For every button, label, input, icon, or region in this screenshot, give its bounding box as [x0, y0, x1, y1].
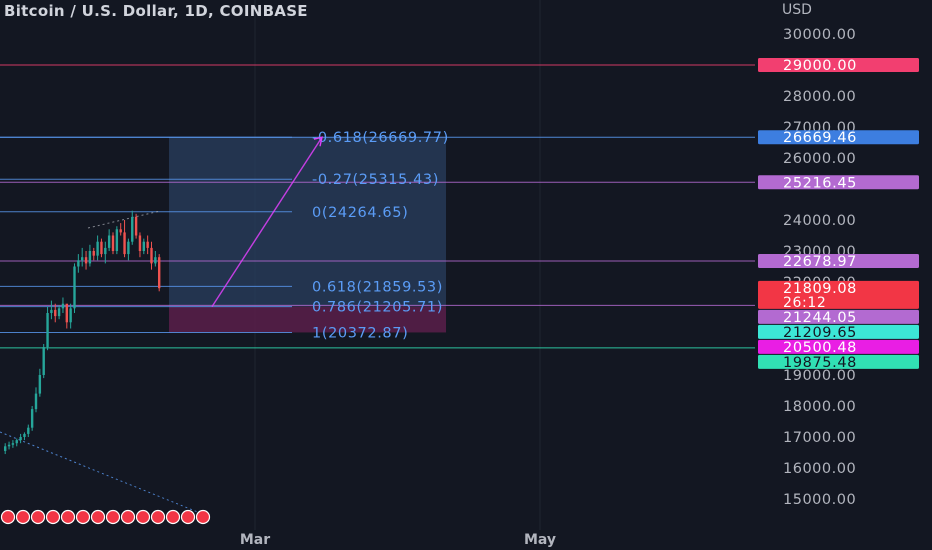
y-axis-tick-label: 18000.00 [783, 399, 856, 415]
candle-body [54, 309, 57, 317]
candle-body [77, 260, 80, 267]
candle-body [111, 235, 115, 251]
candle-body [42, 347, 45, 375]
candle-body [134, 216, 138, 236]
candle-body [61, 303, 65, 309]
fib-level-label: 1(20372.87) [312, 325, 408, 341]
x-axis-tick-label: May [524, 532, 556, 548]
candle-body [81, 257, 84, 261]
candle-body [27, 427, 30, 434]
candle-body [38, 375, 42, 394]
event-marker-icon [45, 509, 61, 525]
candle-body [4, 446, 7, 451]
candle-body [96, 241, 99, 256]
price-tag-label: 21209.65 [783, 325, 857, 341]
trend-line-lower [0, 431, 206, 516]
candle-body [107, 235, 111, 248]
event-marker-icon [120, 509, 136, 525]
candle-body [30, 409, 34, 428]
price-tag-label: 26669.46 [783, 130, 857, 146]
candle-body [138, 235, 142, 251]
candle-body [50, 309, 53, 313]
candle-body [119, 229, 122, 233]
candle-body [7, 444, 11, 447]
candle-body [127, 241, 130, 255]
candle-body [150, 247, 153, 264]
candle-body [69, 308, 72, 323]
fib-level-label: -0.27(25315.43) [312, 172, 439, 188]
fib-level-label: -0.618(26669.77) [312, 130, 449, 146]
candle-body [100, 241, 103, 255]
event-marker-icon [75, 509, 91, 525]
candle-body [154, 257, 157, 264]
trend-line-upper [87, 210, 161, 229]
candle-body [142, 241, 145, 251]
candle-body [15, 440, 18, 444]
y-axis-tick-label: 16000.00 [783, 461, 856, 477]
countdown-label: 26:12 [783, 295, 826, 311]
event-marker-icon [180, 509, 196, 525]
y-axis-tick-label: 15000.00 [783, 492, 856, 508]
candle-body [123, 232, 126, 255]
chart-title: Bitcoin / U.S. Dollar, 1D, COINBASE [4, 2, 308, 20]
candle-body [57, 308, 61, 317]
candle-body [11, 443, 15, 445]
y-axis-tick-label: 28000.00 [783, 89, 856, 105]
fib-level-label: 0.786(21205.71) [312, 300, 443, 316]
price-tag-label: 20500.48 [783, 340, 857, 356]
candle-body [146, 241, 149, 248]
price-tag-label: 21244.05 [783, 310, 857, 326]
y-axis-tick-label: 17000.00 [783, 430, 856, 446]
event-marker-icon [195, 509, 211, 525]
event-marker-icon [15, 509, 31, 525]
candle-body [19, 437, 22, 441]
candle-body [104, 247, 107, 255]
event-marker-icon [165, 509, 181, 525]
event-marker-icon [60, 509, 76, 525]
candle-body [65, 303, 68, 323]
candle-body [34, 393, 38, 410]
candle-body [23, 433, 26, 437]
fib-level-label: 0(24264.65) [312, 205, 408, 221]
event-marker-icon [30, 509, 46, 525]
price-tag-label: 29000.00 [783, 58, 857, 74]
y-axis-tick-label: 26000.00 [783, 151, 856, 167]
price-tag-label: 22678.97 [783, 254, 857, 270]
currency-label: USD [782, 2, 812, 18]
y-axis-tick-label: 30000.00 [783, 27, 856, 43]
event-marker-icon [105, 509, 121, 525]
candle-body [73, 266, 76, 309]
x-axis-tick-label: Mar [240, 532, 270, 548]
event-marker-icon [135, 509, 151, 525]
event-marker-icon [150, 509, 166, 525]
candle-body [115, 229, 119, 251]
candle-body [88, 251, 92, 264]
candle-body [92, 251, 95, 256]
candle-body [158, 257, 161, 289]
price-chart[interactable]: -0.618(26669.77) -0.27(25315.43) 0(24264.6… [0, 0, 932, 550]
event-marker-icon [0, 509, 16, 525]
price-tag-label: 25216.45 [783, 175, 857, 191]
fib-level-label: 0.618(21859.53) [312, 279, 443, 295]
price-tag-label: 19875.48 [783, 355, 857, 371]
candle-body [84, 257, 88, 264]
candle-body [46, 313, 49, 348]
y-axis-tick-label: 24000.00 [783, 213, 856, 229]
candle-body [131, 216, 134, 242]
event-marker-icon [90, 509, 106, 525]
